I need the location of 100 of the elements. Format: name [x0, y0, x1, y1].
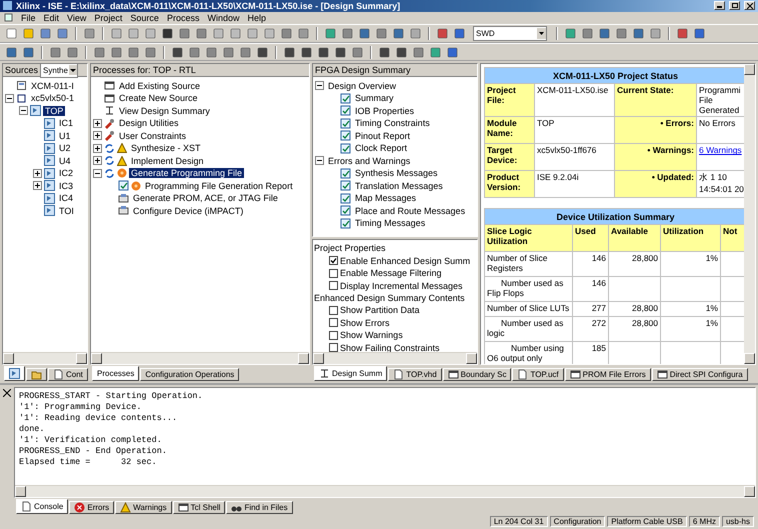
toolbar-button[interactable]	[614, 26, 629, 42]
panel-tab[interactable]	[26, 368, 47, 382]
document-tab[interactable]: PROM File Errors	[564, 368, 651, 382]
horizontal-scrollbar[interactable]	[313, 352, 477, 364]
toolbar-button[interactable]	[4, 44, 19, 60]
tree-item[interactable]: U4	[57, 156, 73, 166]
horizontal-scrollbar[interactable]	[15, 485, 755, 498]
checkbox[interactable]	[329, 330, 338, 340]
tree-item[interactable]: IC2	[57, 168, 76, 178]
checkbox[interactable]	[329, 343, 338, 352]
console-tab[interactable]: Console	[16, 499, 68, 514]
panel-tab[interactable]: Configuration Operations	[140, 368, 240, 382]
expander-icon[interactable]	[19, 106, 28, 116]
toolbar-button[interactable]	[238, 44, 253, 60]
toolbar-button[interactable]	[92, 44, 107, 60]
toolbar-button[interactable]	[279, 26, 294, 42]
expander-icon[interactable]	[93, 156, 102, 166]
console-tab[interactable]: Errors	[69, 501, 114, 514]
horizontal-scrollbar[interactable]	[3, 352, 87, 364]
tree-item[interactable]: IC1	[57, 118, 76, 128]
toolbar-button[interactable]	[109, 44, 124, 60]
menu-item[interactable]: File	[21, 12, 36, 23]
toolbar-button[interactable]	[143, 44, 158, 60]
checkbox[interactable]	[329, 281, 338, 290]
console-tab[interactable]: Tcl Shell	[172, 501, 226, 514]
horizontal-scrollbar[interactable]	[91, 352, 309, 364]
expander-icon[interactable]	[5, 94, 14, 103]
tree-item[interactable]: Synthesize - XST	[129, 143, 203, 154]
sources-view-select[interactable]: Synthe	[40, 64, 78, 78]
expander-icon[interactable]	[33, 181, 42, 190]
document-tab[interactable]: TOP.vhd	[388, 368, 442, 382]
menu-item[interactable]: View	[67, 12, 86, 23]
panel-tab[interactable]: Cont	[48, 368, 88, 382]
expander-icon[interactable]	[33, 168, 42, 178]
tree-item[interactable]: U2	[57, 143, 73, 154]
checkbox[interactable]	[329, 318, 338, 328]
tree-item[interactable]: Timing Messages	[353, 218, 428, 228]
menu-item[interactable]: Source	[130, 12, 159, 23]
menu-item[interactable]: Help	[247, 12, 266, 23]
tree-item[interactable]: Implement Design	[129, 156, 206, 166]
tree-item[interactable]: Pinout Report	[353, 130, 412, 141]
toolbar-button[interactable]	[580, 26, 595, 42]
toolbar-button[interactable]	[675, 26, 690, 42]
tree-item[interactable]: Map Messages	[353, 193, 418, 204]
tree-item[interactable]: Translation Messages	[353, 180, 445, 191]
tree-item[interactable]: Synthesis Messages	[353, 168, 440, 178]
tree-item[interactable]: Summary	[353, 93, 396, 104]
document-tab[interactable]: Boundary Sc	[442, 368, 512, 382]
toolbar-button[interactable]	[357, 26, 372, 42]
tree-item[interactable]: Clock Report	[353, 143, 410, 154]
console-tab[interactable]: Warnings	[115, 501, 172, 514]
toolbar-button[interactable]	[160, 26, 175, 42]
toolbar-button[interactable]	[597, 26, 612, 42]
toolbar-button[interactable]	[340, 26, 355, 42]
toolbar-button[interactable]	[350, 44, 365, 60]
checkbox[interactable]	[329, 306, 338, 315]
tree-item[interactable]: IC3	[57, 180, 76, 191]
expander-icon[interactable]	[93, 118, 102, 128]
tree-item[interactable]: U1	[57, 130, 73, 141]
search-combo[interactable]: SWD	[473, 26, 547, 42]
tree-item[interactable]: Place and Route Messages	[353, 206, 468, 216]
tree-item[interactable]: Errors and Warnings	[326, 156, 412, 166]
tree-item[interactable]: Create New Source	[117, 93, 200, 104]
tree-item[interactable]: XCM-011-I	[29, 80, 76, 91]
maximize-button[interactable]	[729, 1, 740, 10]
menu-item[interactable]: Project	[94, 12, 122, 23]
toolbar-button[interactable]	[333, 44, 348, 60]
tree-item[interactable]: IC4	[57, 193, 76, 204]
toolbar-button[interactable]	[221, 44, 236, 60]
toolbar-button[interactable]	[48, 44, 63, 60]
tree-item[interactable]: User Constraints	[117, 130, 188, 141]
toolbar-button[interactable]	[38, 26, 53, 42]
toolbar-button[interactable]	[177, 26, 192, 42]
toolbar-button[interactable]	[65, 44, 80, 60]
checkbox[interactable]	[329, 256, 338, 266]
menu-item[interactable]: Edit	[44, 12, 60, 23]
tree-item[interactable]: Configure Device (iMPACT)	[131, 206, 246, 216]
tree-item[interactable]: View Design Summary	[117, 106, 212, 116]
tree-item[interactable]: xc5vlx50-1	[29, 93, 76, 104]
console-tab[interactable]: Find in Files	[226, 501, 293, 514]
toolbar-button[interactable]	[299, 44, 314, 60]
toolbar-button[interactable]	[170, 44, 185, 60]
checkbox[interactable]	[329, 268, 338, 278]
tree-item[interactable]: IOB Properties	[353, 106, 416, 116]
tree-item[interactable]: Timing Constraints	[353, 118, 432, 128]
toolbar-button[interactable]	[126, 44, 141, 60]
tree-item[interactable]: TOP	[43, 106, 66, 116]
toolbar-button[interactable]	[391, 26, 406, 42]
toolbar-button[interactable]	[377, 44, 392, 60]
toolbar-button[interactable]	[631, 26, 646, 42]
toolbar-button[interactable]	[21, 44, 36, 60]
toolbar-button[interactable]	[194, 26, 209, 42]
toolbar-button[interactable]	[282, 44, 297, 60]
panel-tab[interactable]	[4, 366, 25, 382]
toolbar-button[interactable]	[445, 44, 460, 60]
panel-tab[interactable]: Processes	[92, 366, 140, 382]
menu-item[interactable]: Process	[166, 12, 200, 23]
toolbar-button[interactable]	[187, 44, 202, 60]
tree-item[interactable]: Programming File Generation Report	[143, 180, 295, 191]
expander-icon[interactable]	[93, 144, 102, 153]
